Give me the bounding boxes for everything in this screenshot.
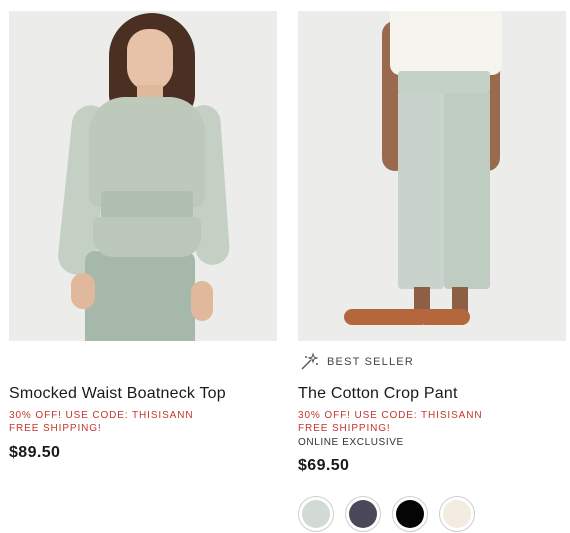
product-image[interactable] <box>9 11 277 341</box>
online-exclusive-label: ONLINE EXCLUSIVE <box>298 437 404 448</box>
product-price: $89.50 <box>9 444 61 461</box>
color-swatch-ivory[interactable] <box>439 496 475 532</box>
swatch-color <box>396 500 424 528</box>
promo-code-text: 30% OFF! USE CODE: THISISANN <box>9 410 194 421</box>
sparkle-wand-icon <box>298 351 320 373</box>
color-swatch-navy[interactable] <box>345 496 381 532</box>
swatch-color <box>349 500 377 528</box>
free-shipping-text: FREE SHIPPING! <box>298 423 391 434</box>
product-image[interactable] <box>298 11 566 341</box>
product-price: $69.50 <box>298 457 350 474</box>
best-seller-badge: BEST SELLER <box>298 351 414 373</box>
product-card-crop-pant[interactable]: BEST SELLER The Cotton Crop Pant 30% OFF… <box>298 11 566 532</box>
swatch-color <box>302 500 330 528</box>
color-swatch-black[interactable] <box>392 496 428 532</box>
color-swatch-sage[interactable] <box>298 496 334 532</box>
badge-label: BEST SELLER <box>327 356 414 368</box>
free-shipping-text: FREE SHIPPING! <box>9 423 102 434</box>
product-card-smocked-top[interactable]: Smocked Waist Boatneck Top 30% OFF! USE … <box>9 11 277 461</box>
product-title[interactable]: Smocked Waist Boatneck Top <box>9 385 226 403</box>
swatch-color <box>443 500 471 528</box>
promo-code-text: 30% OFF! USE CODE: THISISANN <box>298 410 483 421</box>
product-title[interactable]: The Cotton Crop Pant <box>298 385 458 403</box>
color-swatches <box>298 496 475 532</box>
